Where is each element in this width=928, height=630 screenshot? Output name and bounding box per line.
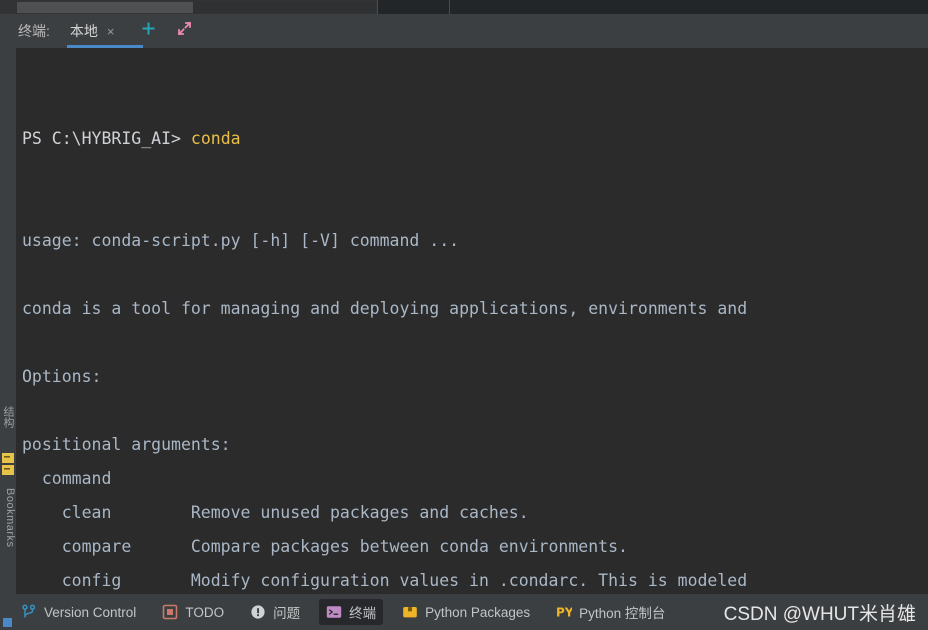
- ide-window: 终端: 本地 × 结构 Bookmarks PS C:\HYBRIG_AI> c…: [0, 0, 928, 630]
- terminal-prompt-space: [181, 129, 191, 148]
- python-packages-icon: [402, 604, 418, 620]
- rail-item-structure[interactable]: 结构: [0, 406, 16, 428]
- expand-arrows-icon: [176, 20, 193, 42]
- bottom-bar-item-1[interactable]: Version Control: [14, 599, 143, 625]
- close-icon[interactable]: ×: [107, 25, 115, 38]
- todo-icon: [162, 604, 178, 620]
- horizontal-scrollbar-thumb[interactable]: [17, 2, 193, 13]
- terminal-icon: [326, 604, 342, 620]
- python-console-icon: PY: [556, 604, 572, 620]
- terminal-line: usage: conda-script.py [-h] [-V] command…: [22, 231, 460, 250]
- top-strip-right-fill: [378, 0, 928, 14]
- bottom-bar-item-6[interactable]: PY Python 控制台: [549, 599, 672, 625]
- terminal-line: positional arguments:: [22, 435, 231, 454]
- bookmark-icon[interactable]: [2, 452, 14, 483]
- terminal-line: config Modify configuration values in .c…: [22, 571, 748, 590]
- bottom-bar-item-2[interactable]: TODO: [155, 599, 231, 625]
- terminal-tab-title: 本地: [69, 23, 98, 39]
- terminal-prompt: PS C:\HYBRIG_AI>: [22, 129, 181, 148]
- terminal-output-lines: usage: conda-script.py [-h] [-V] command…: [22, 224, 928, 594]
- expand-terminal-button[interactable]: [174, 21, 194, 41]
- bottom-tool-window-bar: Version Control TODO 问题 终端 Python Packages PY…: [0, 594, 928, 630]
- rail-item-bookmarks[interactable]: Bookmarks: [0, 488, 16, 548]
- bottom-bar-item-5[interactable]: Python Packages: [395, 599, 537, 625]
- bottom-bar-items: Version Control TODO 问题 终端 Python Packages PY…: [14, 599, 684, 625]
- bottom-bar-item-label: TODO: [185, 604, 225, 620]
- terminal-tab-local[interactable]: 本地 ×: [64, 14, 143, 48]
- left-tool-rail: 结构 Bookmarks: [0, 48, 16, 594]
- terminal-line: compare Compare packages between conda e…: [22, 537, 628, 556]
- terminal-command: conda: [190, 129, 241, 148]
- terminal-line: clean Remove unused packages and caches.: [22, 503, 529, 522]
- terminal-line: command: [22, 469, 112, 488]
- strip-divider-2: [449, 0, 450, 14]
- terminal-tab-bar: 终端: 本地 ×: [0, 14, 928, 48]
- svg-text:PY: PY: [556, 606, 572, 620]
- bottom-bar-item-label: 问题: [273, 606, 301, 621]
- branch-icon: [21, 604, 37, 620]
- bottom-bar-item-label: Version Control: [44, 604, 137, 620]
- terminal-prompt-line: PS C:\HYBRIG_AI> conda: [22, 122, 928, 156]
- bottom-bar-item-3[interactable]: 问题: [243, 599, 307, 625]
- new-terminal-tab-button[interactable]: [138, 21, 158, 41]
- terminal-line: Options:: [22, 367, 102, 386]
- strip-divider-1: [377, 0, 378, 14]
- terminal-line: conda is a tool for managing and deployi…: [22, 299, 748, 318]
- watermark: CSDN @WHUT米肖雄: [723, 603, 916, 625]
- problems-icon: [250, 604, 266, 620]
- terminal-output[interactable]: PS C:\HYBRIG_AI> conda usage: conda-scri…: [16, 48, 928, 594]
- top-scrollbar-strip: [0, 0, 928, 14]
- bottom-bar-item-label: Python Packages: [425, 604, 531, 620]
- bottom-bar-item-label: Python 控制台: [579, 606, 666, 621]
- plus-icon: [140, 20, 157, 42]
- bottom-bar-item-4[interactable]: 终端: [319, 599, 384, 625]
- terminal-panel-label: 终端:: [18, 23, 50, 39]
- status-indicator-dot: [3, 618, 12, 627]
- bottom-bar-item-label: 终端: [349, 606, 377, 621]
